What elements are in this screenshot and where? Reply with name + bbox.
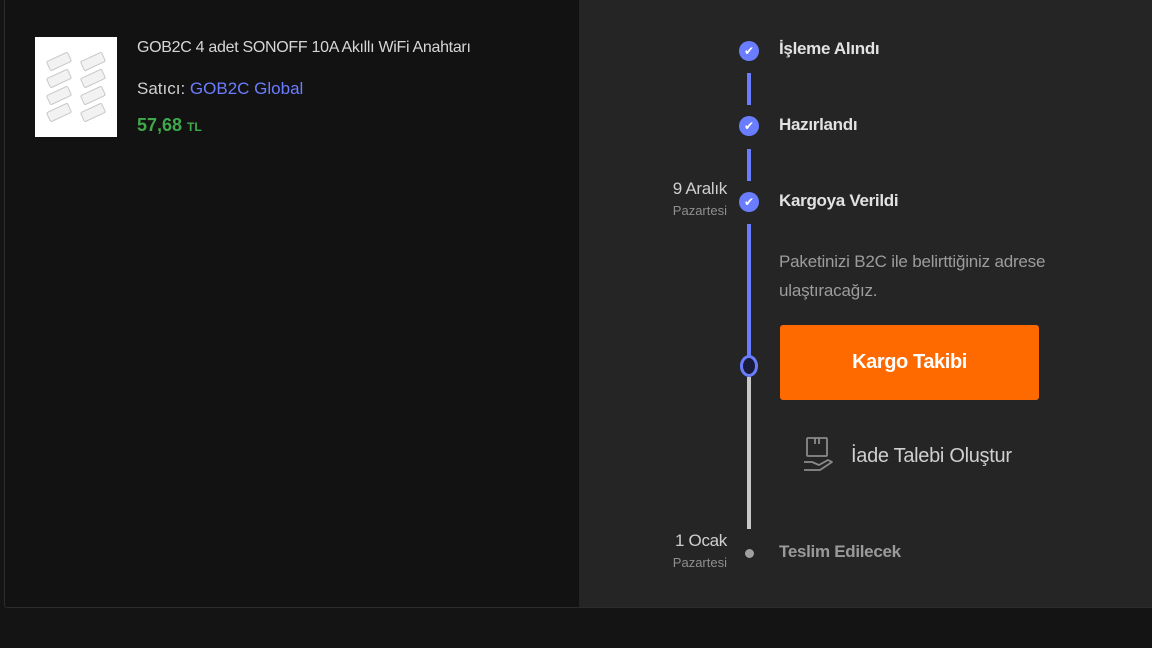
price-currency: TL	[187, 120, 202, 134]
seller-label: Satıcı:	[137, 79, 190, 98]
product-name[interactable]: GOB2C 4 adet SONOFF 10A Akıllı WiFi Anah…	[137, 39, 471, 57]
cargo-tracking-button[interactable]: Kargo Takibi	[780, 325, 1039, 400]
delivery-date-weekday: Pazartesi	[672, 555, 727, 570]
tracking-panel: ✔ İşleme Alındı ✔ Hazırlandı 9 Aralık Pa…	[579, 0, 1152, 607]
current-position-marker	[740, 355, 758, 377]
check-circle-icon: ✔	[739, 41, 759, 61]
pending-step-dot	[745, 549, 754, 558]
step-prepared: Hazırlandı	[779, 115, 858, 134]
product-image[interactable]	[35, 37, 117, 137]
delivery-date: 1 Ocak Pazartesi	[647, 531, 728, 570]
seller-info: Satıcı: GOB2C Global	[137, 79, 303, 99]
return-link-label: İade Talebi Oluştur	[851, 445, 1012, 467]
step-delivery: Teslim Edilecek	[779, 542, 901, 561]
step-processing: İşleme Alındı	[779, 39, 880, 58]
delivery-date-day: 1 Ocak	[674, 531, 727, 550]
shipping-description: Paketinizi B2C ile belirttiğiniz adrese …	[779, 252, 1046, 300]
create-return-link[interactable]: İade Talebi Oluştur	[801, 435, 1012, 478]
timeline-remaining-line	[747, 377, 751, 529]
return-box-hand-icon	[801, 435, 835, 478]
seller-link[interactable]: GOB2C Global	[190, 79, 303, 98]
check-circle-icon: ✔	[739, 192, 759, 212]
shipped-date-day: 9 Aralık	[672, 179, 728, 198]
timeline-connector	[747, 73, 751, 105]
price-value: 57,68	[137, 115, 183, 135]
order-card: GOB2C 4 adet SONOFF 10A Akıllı WiFi Anah…	[4, 0, 1152, 608]
step-shipped: Kargoya Verildi	[779, 191, 899, 210]
timeline-connector	[747, 149, 751, 181]
timeline-progress-line	[747, 224, 751, 364]
product-panel: GOB2C 4 adet SONOFF 10A Akıllı WiFi Anah…	[5, 0, 579, 607]
shipped-date-weekday: Pazartesi	[672, 203, 727, 218]
product-price: 57,68 TL	[137, 115, 202, 136]
shipped-date: 9 Aralık Pazartesi	[647, 179, 728, 218]
check-circle-icon: ✔	[739, 116, 759, 136]
